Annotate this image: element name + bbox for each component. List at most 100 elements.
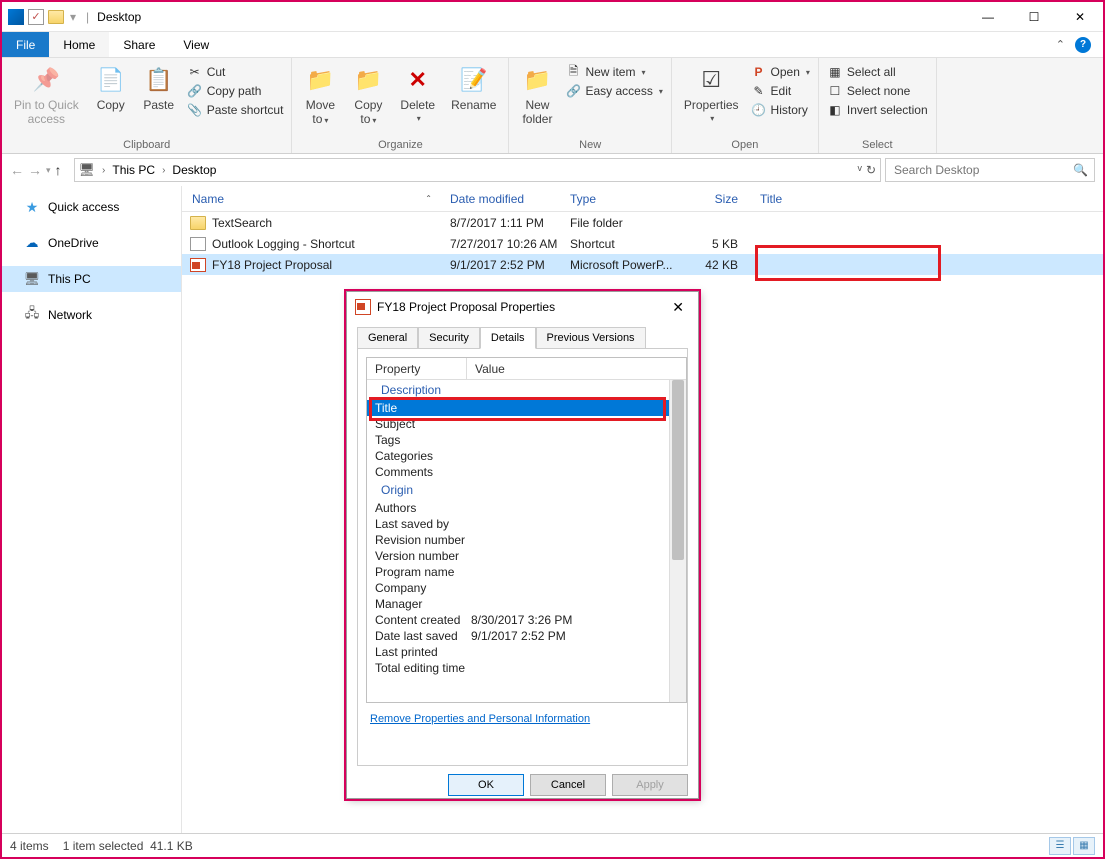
property-row[interactable]: Comments xyxy=(367,464,686,480)
property-value[interactable] xyxy=(471,401,686,415)
property-row[interactable]: Version number xyxy=(367,548,686,564)
search-input[interactable] xyxy=(892,162,1073,178)
tab-home[interactable]: Home xyxy=(49,32,109,57)
property-value[interactable]: 8/30/2017 3:26 PM xyxy=(471,613,686,627)
move-to-button[interactable]: 📁 Move to▾ xyxy=(300,62,340,129)
select-none-button[interactable]: ☐Select none xyxy=(827,83,928,99)
prop-col-value[interactable]: Value xyxy=(467,362,686,376)
paste-shortcut-button[interactable]: 📎Paste shortcut xyxy=(187,102,284,118)
qat-folder-icon[interactable] xyxy=(48,10,64,24)
prop-col-property[interactable]: Property xyxy=(367,358,467,379)
col-title[interactable]: Title xyxy=(750,192,930,206)
property-row[interactable]: Program name xyxy=(367,564,686,580)
col-size[interactable]: Size xyxy=(680,192,750,206)
property-value[interactable] xyxy=(471,465,686,479)
property-value[interactable] xyxy=(471,433,686,447)
qat-checkbox-icon[interactable]: ✓ xyxy=(28,9,44,25)
property-value[interactable] xyxy=(471,661,686,675)
property-value[interactable] xyxy=(471,501,686,515)
property-value[interactable] xyxy=(471,645,686,659)
dialog-tab-security[interactable]: Security xyxy=(418,327,480,349)
property-row[interactable]: Last printed xyxy=(367,644,686,660)
menu-file[interactable]: File xyxy=(2,32,49,57)
sidebar-item-network[interactable]: 🖧Network xyxy=(2,302,181,328)
col-name[interactable]: Name⌃ xyxy=(182,192,440,206)
file-row[interactable]: FY18 Project Proposal 9/1/2017 2:52 PM M… xyxy=(182,254,1103,275)
history-button[interactable]: 🕘History xyxy=(751,102,810,118)
address-dropdown-icon[interactable]: v xyxy=(857,163,862,177)
property-row[interactable]: Categories xyxy=(367,448,686,464)
easy-access-button[interactable]: 🔗Easy access▾ xyxy=(565,83,662,99)
help-icon[interactable]: ? xyxy=(1075,37,1091,53)
property-value[interactable] xyxy=(471,581,686,595)
dialog-tab-general[interactable]: General xyxy=(357,327,418,349)
property-value[interactable] xyxy=(471,417,686,431)
property-row[interactable]: Subject xyxy=(367,416,686,432)
property-row[interactable]: Date last saved9/1/2017 2:52 PM xyxy=(367,628,686,644)
pin-to-quick-access-button[interactable]: 📌 Pin to Quick access xyxy=(10,62,83,129)
col-type[interactable]: Type xyxy=(560,192,680,206)
apply-button[interactable]: Apply xyxy=(612,774,688,796)
dialog-close-button[interactable]: ✕ xyxy=(666,297,690,318)
open-button[interactable]: POpen▾ xyxy=(751,64,810,80)
collapse-ribbon-icon[interactable]: ⌃ xyxy=(1056,38,1065,51)
property-row[interactable]: Title xyxy=(367,400,686,416)
properties-button[interactable]: ☑ Properties▾ xyxy=(680,62,743,126)
property-row[interactable]: Manager xyxy=(367,596,686,612)
scrollbar[interactable] xyxy=(669,380,686,702)
paste-button[interactable]: 📋 Paste xyxy=(139,62,179,114)
up-button[interactable]: ↑ xyxy=(55,162,62,178)
address-bar[interactable]: 🖥 › This PC › Desktop v ↻ xyxy=(74,158,881,182)
search-box[interactable]: 🔍 xyxy=(885,158,1095,182)
dialog-tab-details[interactable]: Details xyxy=(480,327,536,349)
tab-view[interactable]: View xyxy=(169,32,223,57)
copy-button[interactable]: 📄 Copy xyxy=(91,62,131,114)
property-value[interactable] xyxy=(471,533,686,547)
edit-button[interactable]: ✎Edit xyxy=(751,83,810,99)
view-large-icons-button[interactable]: ▦ xyxy=(1073,837,1095,855)
property-row[interactable]: Content created8/30/2017 3:26 PM xyxy=(367,612,686,628)
search-icon[interactable]: 🔍 xyxy=(1073,163,1088,177)
copy-to-button[interactable]: 📁 Copy to▾ xyxy=(348,62,388,129)
dialog-tab-previous-versions[interactable]: Previous Versions xyxy=(536,327,646,349)
property-row[interactable]: Revision number xyxy=(367,532,686,548)
minimize-button[interactable]: — xyxy=(965,2,1011,32)
rename-button[interactable]: 📝 Rename xyxy=(447,62,500,114)
back-button[interactable]: ← xyxy=(10,162,24,178)
new-item-button[interactable]: 🗎New item▾ xyxy=(565,64,662,80)
property-value[interactable] xyxy=(471,549,686,563)
property-value[interactable] xyxy=(471,597,686,611)
property-value[interactable] xyxy=(471,565,686,579)
file-row[interactable]: TextSearch 8/7/2017 1:11 PM File folder xyxy=(182,212,1103,233)
cut-button[interactable]: ✂Cut xyxy=(187,64,284,80)
forward-button[interactable]: → xyxy=(28,162,42,178)
sidebar-item-quick-access[interactable]: ★Quick access xyxy=(2,194,181,220)
close-button[interactable]: ✕ xyxy=(1057,2,1103,32)
property-row[interactable]: Tags xyxy=(367,432,686,448)
remove-properties-link[interactable]: Remove Properties and Personal Informati… xyxy=(366,703,594,725)
property-value[interactable] xyxy=(471,449,686,463)
maximize-button[interactable]: ☐ xyxy=(1011,2,1057,32)
copy-path-button[interactable]: 🔗Copy path xyxy=(187,83,284,99)
dialog-titlebar[interactable]: FY18 Project Proposal Properties ✕ xyxy=(347,292,698,322)
breadcrumb-root[interactable]: This PC xyxy=(112,163,155,177)
ok-button[interactable]: OK xyxy=(448,774,524,796)
refresh-icon[interactable]: ↻ xyxy=(866,163,876,177)
delete-button[interactable]: ✕ Delete▾ xyxy=(396,62,439,126)
new-folder-button[interactable]: 📁 New folder xyxy=(517,62,557,129)
property-row[interactable]: Total editing time xyxy=(367,660,686,676)
scrollbar-thumb[interactable] xyxy=(672,380,684,560)
sidebar-item-this-pc[interactable]: 🖥This PC xyxy=(2,266,181,292)
tab-share[interactable]: Share xyxy=(109,32,169,57)
invert-selection-button[interactable]: ◧Invert selection xyxy=(827,102,928,118)
property-row[interactable]: Company xyxy=(367,580,686,596)
recent-locations-button[interactable]: ▾ xyxy=(46,165,51,176)
property-value[interactable] xyxy=(471,517,686,531)
sidebar-item-onedrive[interactable]: ☁OneDrive xyxy=(2,230,181,256)
select-all-button[interactable]: ▦Select all xyxy=(827,64,928,80)
file-row[interactable]: Outlook Logging - Shortcut 7/27/2017 10:… xyxy=(182,233,1103,254)
property-value[interactable]: 9/1/2017 2:52 PM xyxy=(471,629,686,643)
property-row[interactable]: Last saved by xyxy=(367,516,686,532)
view-details-button[interactable]: ☰ xyxy=(1049,837,1071,855)
property-row[interactable]: Authors xyxy=(367,500,686,516)
